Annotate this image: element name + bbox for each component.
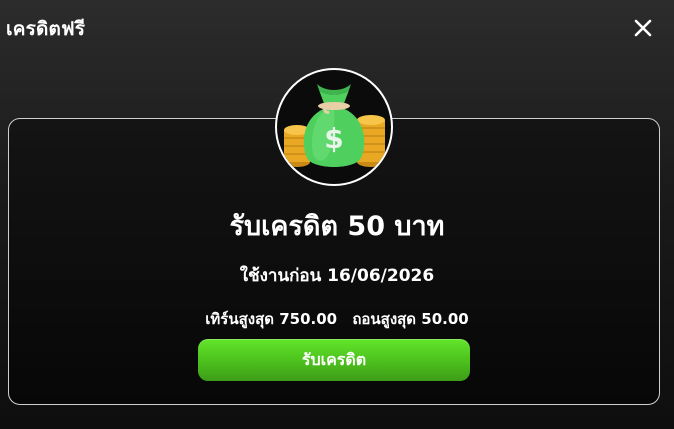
money-bag-icon-container: $ xyxy=(275,68,393,186)
money-bag-icon: $ xyxy=(284,84,385,167)
svg-text:$: $ xyxy=(324,122,343,155)
close-button[interactable] xyxy=(632,17,654,39)
expiry-date: ใช้งานก่อน 16/06/2026 xyxy=(239,266,435,286)
modal-title: เครดิตฟรี xyxy=(6,18,86,40)
claim-credit-button[interactable]: รับเครดิต xyxy=(198,339,470,381)
max-turnover: เทิร์นสูงสุด 750.00 xyxy=(205,310,338,328)
free-credit-modal: เครดิตฟรี $ รับเครดิต 50 บาท ใช้งานก่อน … xyxy=(0,0,674,429)
max-withdraw: ถอนสูงสุด 50.00 xyxy=(352,310,469,328)
close-icon xyxy=(634,19,652,37)
credit-amount-title: รับเครดิต 50 บาท xyxy=(229,211,445,242)
credit-limits: เทิร์นสูงสุด 750.00 ถอนสูงสุด 50.00 xyxy=(0,307,674,331)
